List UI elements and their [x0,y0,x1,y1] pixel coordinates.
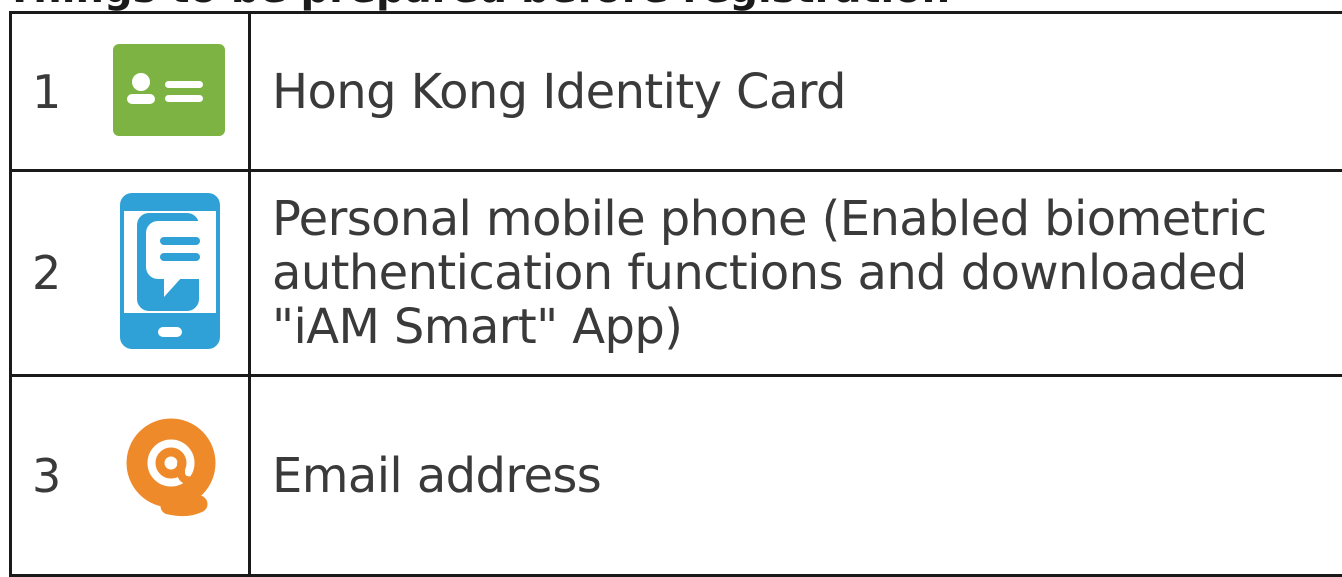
row-description-cell: Personal mobile phone (Enabled biometric… [250,171,1342,376]
row-number: 3 [32,453,61,499]
row-icon-cell: 2 [11,171,250,376]
mobile-phone-icon [120,193,220,353]
row-description-cell: Email address [250,376,1342,576]
table-row: 3 Email address [11,376,1342,576]
row-description: Hong Kong Identity Card [251,68,1342,116]
row-description-cell: Hong Kong Identity Card [250,13,1342,171]
row-description: Personal mobile phone (Enabled biometric… [251,192,1342,355]
row-number: 2 [32,250,61,296]
row-description: Email address [251,452,1342,500]
row-icon-cell: 3 [11,376,250,576]
table-row: 1 Hong Kong Identity Card [11,13,1342,171]
row-number: 1 [32,69,61,115]
table-row: 2 Personal mobile phone (Enabled biometr… [11,171,1342,376]
id-card-icon [113,44,225,140]
at-sign-icon [113,408,233,532]
requirements-table: 1 Hong Kong Identity Card 2 [9,11,1342,577]
row-icon-cell: 1 [11,13,250,171]
